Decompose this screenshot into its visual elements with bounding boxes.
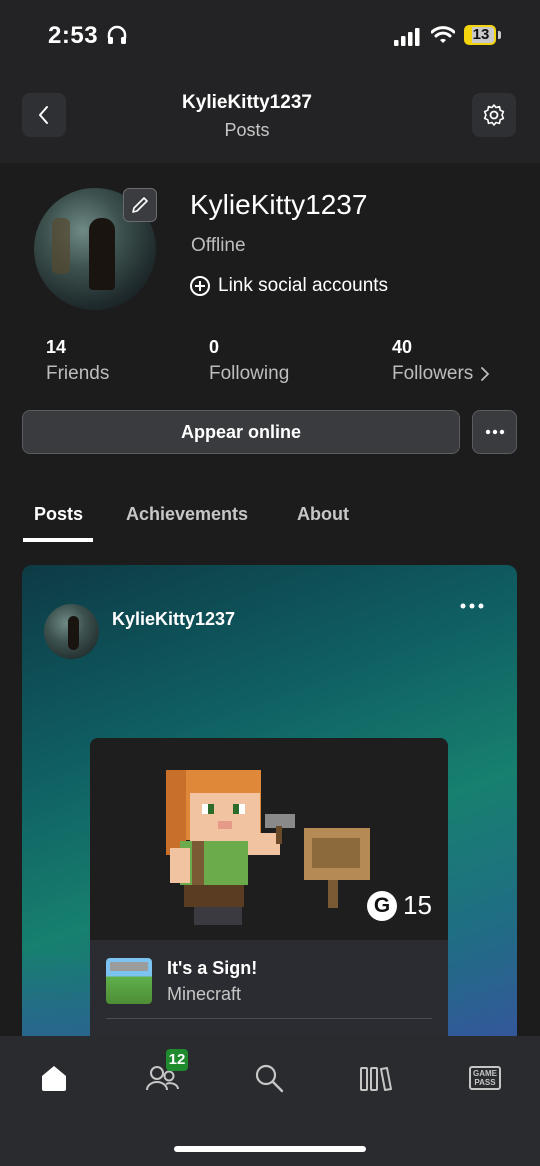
battery-tip <box>498 31 501 39</box>
header-title: KylieKitty1237 <box>182 92 312 113</box>
plus-circle-icon <box>190 276 210 296</box>
nav-game-pass[interactable]: GAME PASS <box>465 1058 505 1098</box>
home-indicator <box>174 1146 366 1152</box>
followers-label[interactable]: Followers <box>392 363 473 385</box>
game-pass-icon: GAME PASS <box>469 1066 501 1090</box>
following-count[interactable]: 0 <box>209 337 219 358</box>
more-horizontal-icon <box>485 429 504 435</box>
pencil-icon <box>132 197 148 213</box>
battery-level: 13 <box>472 26 490 43</box>
tab-posts[interactable]: Posts <box>34 504 83 525</box>
achievement-title: It's a Sign! <box>167 958 258 978</box>
nav-library[interactable] <box>356 1058 396 1098</box>
following-label[interactable]: Following <box>209 363 289 385</box>
post-more-icon[interactable] <box>459 602 485 610</box>
search-icon <box>255 1064 284 1093</box>
cellular-signal-icon <box>394 28 420 46</box>
minecraft-game-icon[interactable] <box>106 958 152 1004</box>
tab-about[interactable]: About <box>297 504 349 525</box>
active-tab-indicator <box>23 538 93 542</box>
edit-avatar-button[interactable] <box>123 188 157 222</box>
chevron-left-icon <box>39 106 48 124</box>
back-button[interactable] <box>22 93 66 137</box>
divider <box>106 1018 432 1019</box>
link-social-accounts-button[interactable]: Link social accounts <box>190 275 388 297</box>
gamerscore-icon: G <box>367 890 397 921</box>
chevron-right-icon[interactable] <box>480 366 490 382</box>
header-subtitle: Posts <box>224 120 270 140</box>
appear-online-button[interactable]: Appear online <box>22 410 460 454</box>
tab-achievements[interactable]: Achievements <box>126 504 248 525</box>
gear-icon <box>483 104 505 126</box>
headphones-icon <box>107 25 127 44</box>
nav-search[interactable] <box>249 1058 289 1098</box>
notification-badge: 12 <box>166 1049 188 1071</box>
friends-count[interactable]: 14 <box>46 337 66 358</box>
achievement-game: Minecraft <box>167 984 242 1004</box>
wifi-icon <box>431 26 455 43</box>
link-social-label: Link social accounts <box>218 275 389 296</box>
post-author-name[interactable]: KylieKitty1237 <box>112 609 235 630</box>
presence-status: Offline <box>191 235 246 256</box>
post-author-avatar[interactable] <box>44 604 99 659</box>
gamerscore-value: 15 <box>403 890 432 920</box>
home-icon <box>42 1066 66 1091</box>
nav-home[interactable] <box>34 1058 74 1098</box>
gamerscore: G 15 <box>367 890 432 921</box>
profile-gamertag: KylieKitty1237 <box>190 189 368 220</box>
settings-button[interactable] <box>472 93 516 137</box>
followers-count[interactable]: 40 <box>392 337 412 358</box>
more-options-button[interactable] <box>472 410 517 454</box>
library-icon <box>360 1067 392 1091</box>
friends-label[interactable]: Friends <box>46 363 109 385</box>
status-time: 2:53 <box>48 22 99 49</box>
